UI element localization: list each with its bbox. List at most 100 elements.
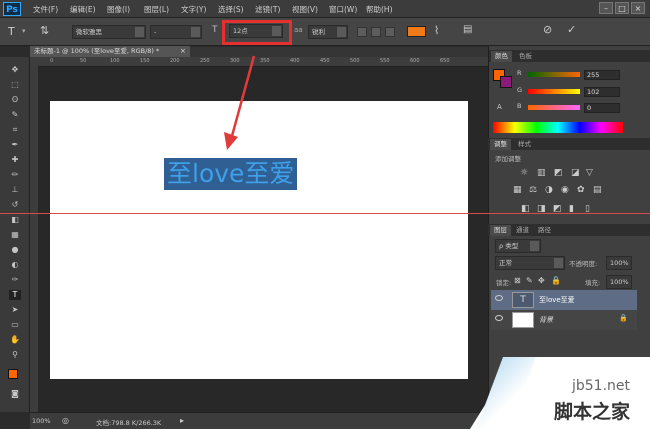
green-value-field[interactable]: 102 bbox=[584, 87, 620, 97]
gradient-tool-icon[interactable]: ▦ bbox=[9, 230, 21, 240]
color-spectrum-bar[interactable] bbox=[493, 122, 623, 133]
eyedropper-tool-icon[interactable]: ✒ bbox=[9, 140, 21, 150]
lock-brush-icon[interactable]: ✎ bbox=[526, 276, 533, 285]
text-color-swatch[interactable] bbox=[407, 26, 426, 37]
align-right-icon[interactable] bbox=[385, 27, 395, 37]
status-arrow-icon[interactable]: ▸ bbox=[180, 416, 184, 425]
type-tool-icon[interactable]: T bbox=[8, 25, 15, 38]
menu-window[interactable]: 窗口(W) bbox=[329, 4, 357, 15]
lock-all-icon[interactable]: 🔒 bbox=[551, 276, 561, 285]
text-orientation-icon[interactable]: ⇅ bbox=[40, 24, 49, 37]
layer-name[interactable]: 背景 bbox=[539, 315, 553, 325]
levels-adjust-icon[interactable]: ▥ bbox=[537, 168, 546, 178]
red-slider[interactable] bbox=[528, 72, 580, 77]
quick-select-tool-icon[interactable]: ✎ bbox=[9, 110, 21, 120]
green-slider[interactable] bbox=[528, 89, 580, 94]
dodge-tool-icon[interactable]: ◐ bbox=[9, 260, 21, 270]
tab-layers[interactable]: 图层 bbox=[490, 225, 511, 236]
fill-field[interactable]: 100% bbox=[606, 275, 632, 289]
close-window-icon[interactable]: × bbox=[631, 2, 645, 14]
color-balance-icon[interactable]: ⚖ bbox=[529, 185, 537, 195]
commit-icon[interactable]: ✓ bbox=[567, 23, 576, 36]
marquee-tool-icon[interactable]: ⬚ bbox=[9, 80, 21, 90]
blue-slider[interactable] bbox=[528, 105, 580, 110]
menu-image[interactable]: 图像(I) bbox=[107, 4, 130, 15]
menu-layer[interactable]: 图层(L) bbox=[144, 4, 169, 15]
vibrance-adjust-icon[interactable]: ▽ bbox=[586, 168, 593, 178]
font-style-select[interactable]: - bbox=[150, 25, 202, 39]
clone-stamp-tool-icon[interactable]: ⊥ bbox=[9, 185, 21, 195]
foreground-color-swatch[interactable] bbox=[8, 369, 18, 379]
background-layer-thumbnail bbox=[512, 312, 534, 328]
zoom-tool-icon[interactable]: ⚲ bbox=[9, 350, 21, 360]
menu-filter[interactable]: 滤镜(T) bbox=[255, 4, 280, 15]
warp-text-icon[interactable]: ⌇ bbox=[434, 24, 439, 37]
close-tab-icon[interactable]: × bbox=[180, 47, 186, 55]
blue-value-field[interactable]: 0 bbox=[584, 103, 620, 113]
black-white-icon[interactable]: ◑ bbox=[545, 185, 553, 195]
layer-filter-select[interactable]: ρ 类型 bbox=[495, 239, 541, 253]
exposure-adjust-icon[interactable]: ◪ bbox=[571, 168, 580, 178]
crop-tool-icon[interactable]: ⌗ bbox=[9, 125, 21, 135]
menu-type[interactable]: 文字(Y) bbox=[181, 4, 206, 15]
tab-paths[interactable]: 路径 bbox=[534, 225, 555, 236]
path-select-tool-icon[interactable]: ➤ bbox=[9, 305, 21, 315]
tab-color[interactable]: 颜色 bbox=[491, 51, 512, 62]
lasso-tool-icon[interactable]: ʘ bbox=[9, 95, 21, 105]
menu-bar: Ps 文件(F) 编辑(E) 图像(I) 图层(L) 文字(Y) 选择(S) 滤… bbox=[0, 0, 650, 18]
color-lookup-icon[interactable]: ▤ bbox=[593, 185, 602, 195]
tab-swatches[interactable]: 色板 bbox=[515, 51, 536, 62]
font-family-select[interactable]: 微软雅黑 bbox=[72, 25, 146, 39]
layer-row-background[interactable]: 背景 🔒 bbox=[491, 310, 637, 330]
character-panel-icon[interactable]: ▤ bbox=[463, 24, 472, 35]
tab-styles[interactable]: 样式 bbox=[514, 139, 535, 150]
menu-view[interactable]: 视图(V) bbox=[292, 4, 318, 15]
lock-position-icon[interactable]: ✥ bbox=[538, 276, 545, 285]
channel-mixer-icon[interactable]: ✿ bbox=[577, 185, 585, 195]
history-brush-tool-icon[interactable]: ↺ bbox=[9, 200, 21, 210]
quick-mask-icon[interactable]: ◙ bbox=[9, 389, 21, 399]
pen-tool-icon[interactable]: ✑ bbox=[9, 275, 21, 285]
zoom-level[interactable]: 100% bbox=[32, 417, 51, 425]
blur-tool-icon[interactable]: ● bbox=[9, 245, 21, 255]
ruler-tick: 400 bbox=[290, 58, 300, 64]
tab-adjustments[interactable]: 调整 bbox=[490, 139, 511, 150]
blend-mode-select[interactable]: 正常 bbox=[495, 256, 565, 270]
cancel-icon[interactable]: ⊘ bbox=[543, 23, 552, 36]
restore-icon[interactable]: □ bbox=[615, 2, 629, 14]
brush-tool-icon[interactable]: ✏ bbox=[9, 170, 21, 180]
move-tool-icon[interactable]: ✥ bbox=[9, 65, 21, 75]
eye-icon[interactable] bbox=[495, 295, 503, 301]
tab-channels[interactable]: 通道 bbox=[512, 225, 533, 236]
minimize-icon[interactable]: – bbox=[599, 2, 613, 14]
menu-file[interactable]: 文件(F) bbox=[33, 4, 58, 15]
align-left-icon[interactable] bbox=[357, 27, 367, 37]
curves-adjust-icon[interactable]: ◩ bbox=[554, 168, 563, 178]
shape-tool-icon[interactable]: ▭ bbox=[9, 320, 21, 330]
photo-filter-icon[interactable]: ◉ bbox=[561, 185, 569, 195]
healing-tool-icon[interactable]: ✚ bbox=[9, 155, 21, 165]
background-color-swatch[interactable] bbox=[500, 76, 512, 88]
status-menu-icon[interactable]: ◎ bbox=[62, 416, 69, 425]
layer-row-text[interactable]: T 至love至爱 bbox=[491, 290, 637, 310]
opacity-field[interactable]: 100% bbox=[606, 256, 632, 270]
layer-name[interactable]: 至love至爱 bbox=[539, 295, 575, 305]
brightness-adjust-icon[interactable]: ☼ bbox=[520, 168, 528, 178]
menu-select[interactable]: 选择(S) bbox=[218, 4, 244, 15]
document-tab[interactable]: 未标题-1 @ 100% (至love至爱, RGB/8) * bbox=[30, 46, 190, 57]
hue-saturation-icon[interactable]: ▦ bbox=[513, 185, 522, 195]
eraser-tool-icon[interactable]: ◧ bbox=[9, 215, 21, 225]
red-value-field[interactable]: 255 bbox=[584, 70, 620, 80]
align-center-icon[interactable] bbox=[371, 27, 381, 37]
selected-text-layer-content[interactable]: 至love至爱 bbox=[164, 158, 298, 190]
hand-tool-icon[interactable]: ✋ bbox=[9, 335, 21, 345]
menu-edit[interactable]: 编辑(E) bbox=[70, 4, 96, 15]
fill-label: 填充: bbox=[585, 279, 601, 287]
eye-icon[interactable] bbox=[495, 315, 503, 321]
vertical-ruler bbox=[30, 57, 38, 412]
antialias-select[interactable]: 锐利 bbox=[308, 25, 348, 39]
tool-preset-arrow-icon[interactable]: ▾ bbox=[22, 27, 26, 35]
lock-pixels-icon[interactable]: ⊠ bbox=[514, 276, 521, 285]
type-tool-icon[interactable]: T bbox=[9, 290, 21, 300]
menu-help[interactable]: 帮助(H) bbox=[366, 4, 393, 15]
